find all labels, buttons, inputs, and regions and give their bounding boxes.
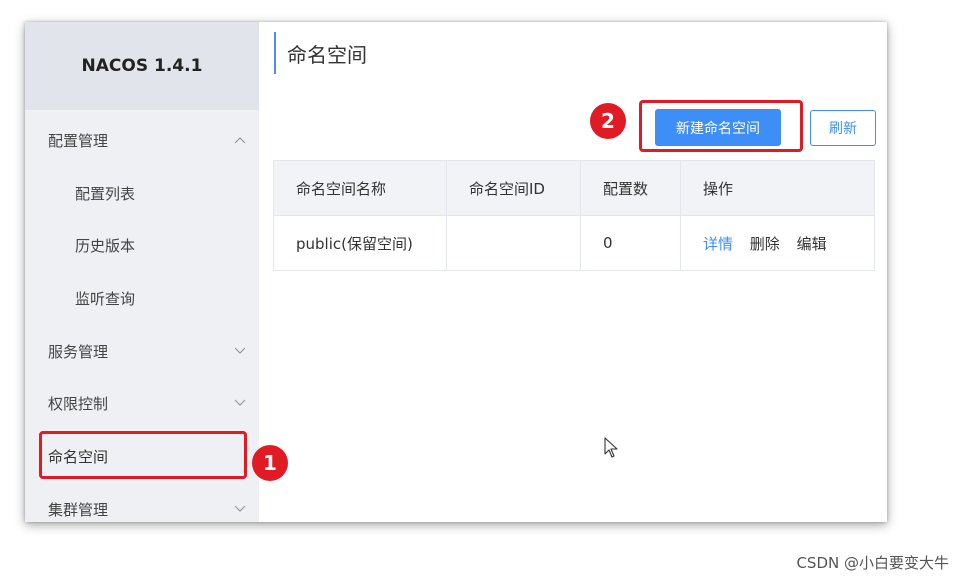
table-row: public(保留空间) 0 详情 删除 编辑 <box>273 215 875 271</box>
chevron-up-icon <box>233 133 247 147</box>
main-content: 命名空间 新建命名空间 刷新 命名空间名称 命名空间ID 配置数 操作 publ… <box>259 22 887 522</box>
detail-link[interactable]: 详情 <box>703 235 733 253</box>
delete-link[interactable]: 删除 <box>750 235 780 253</box>
cell-ops: 详情 删除 编辑 <box>680 215 875 271</box>
sidebar-item-listener-query[interactable]: 监听查询 <box>25 272 259 324</box>
chevron-down-icon <box>233 344 247 358</box>
annotation-marker-2: 2 <box>590 103 626 139</box>
sidebar-item-cluster-management[interactable]: 集群管理 <box>25 483 259 522</box>
namespace-table: 命名空间名称 命名空间ID 配置数 操作 public(保留空间) 0 详情 删… <box>273 160 875 271</box>
sidebar-item-label: 配置列表 <box>75 184 136 203</box>
column-header-name: 命名空间名称 <box>273 160 447 216</box>
annotation-highlight-create-button <box>639 100 803 152</box>
sidebar-item-config-management[interactable]: 配置管理 <box>25 114 259 166</box>
cell-namespace-name: public(保留空间) <box>273 215 447 271</box>
app-logo: NACOS 1.4.1 <box>25 22 259 110</box>
annotation-highlight-namespace <box>39 431 247 479</box>
sidebar-item-service-management[interactable]: 服务管理 <box>25 325 259 377</box>
chevron-down-icon <box>233 502 247 516</box>
sidebar-item-label: 监听查询 <box>75 289 136 308</box>
annotation-marker-1: 1 <box>252 445 288 481</box>
sidebar-item-label: 历史版本 <box>75 236 136 255</box>
sidebar-item-label: 服务管理 <box>48 342 109 361</box>
cell-config-count: 0 <box>580 215 681 271</box>
sidebar-item-history-version[interactable]: 历史版本 <box>25 219 259 271</box>
sidebar-item-access-control[interactable]: 权限控制 <box>25 377 259 429</box>
sidebar-item-label: 配置管理 <box>48 131 109 150</box>
sidebar-item-label: 集群管理 <box>48 500 109 519</box>
column-header-ops: 操作 <box>680 160 875 216</box>
edit-link[interactable]: 编辑 <box>797 235 827 253</box>
chevron-down-icon <box>233 396 247 410</box>
watermark: CSDN @小白要变大牛 <box>796 554 949 572</box>
column-header-count: 配置数 <box>580 160 681 216</box>
page-title: 命名空间 <box>274 32 367 74</box>
sidebar-item-label: 权限控制 <box>48 394 109 413</box>
table-header-row: 命名空间名称 命名空间ID 配置数 操作 <box>273 160 875 216</box>
cell-namespace-id <box>446 215 581 271</box>
column-header-id: 命名空间ID <box>446 160 581 216</box>
sidebar-item-config-list[interactable]: 配置列表 <box>25 167 259 219</box>
refresh-button[interactable]: 刷新 <box>810 110 876 146</box>
mouse-cursor-icon <box>604 437 620 459</box>
